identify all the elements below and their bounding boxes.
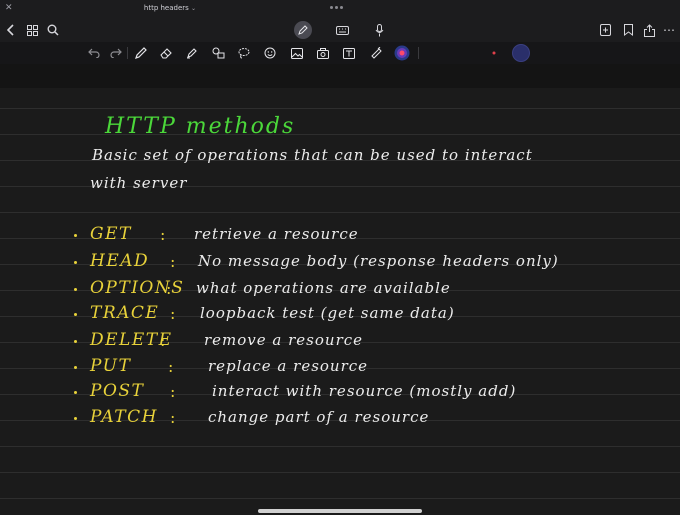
home-indicator[interactable] [258,509,422,513]
text-icon[interactable] [341,45,357,61]
method-colon: : [170,408,176,427]
element-icon[interactable] [368,45,384,61]
intro-line-1: Basic set of operations that can be used… [92,146,533,164]
drawing-toolbar [0,42,680,64]
camera-icon[interactable] [315,45,331,61]
method-row: DELETE: remove a resource [0,328,680,354]
method-row: TRACE: loopback test (get same data) [0,301,680,327]
bullet-dot [74,313,77,316]
method-colon: : [160,225,166,244]
redo-icon[interactable] [108,45,124,61]
color-swatch-icon[interactable] [512,44,530,62]
method-name: HEAD [90,251,150,271]
method-row: OPTIONS: what operations are available [0,276,680,302]
share-icon[interactable] [642,22,656,38]
method-row: HEAD: No message body (response headers o… [0,249,680,275]
method-row: PATCH: change part of a resource [0,405,680,431]
undo-icon[interactable] [86,45,102,61]
method-colon: : [170,382,176,401]
method-description: replace a resource [208,357,369,375]
method-name: POST [90,381,145,401]
add-page-icon[interactable] [598,23,612,37]
pen-mode-icon[interactable] [294,21,312,39]
method-row: POST: interact with resource (mostly add) [0,379,680,405]
method-colon: : [166,279,172,298]
shapes-icon[interactable] [210,45,226,61]
method-row: GET: retrieve a resource [0,222,680,248]
method-description: remove a resource [204,331,364,349]
eraser-icon[interactable] [158,45,174,61]
pen-icon[interactable] [133,45,149,61]
method-description: retrieve a resource [194,225,359,243]
document-title[interactable]: http headers ⌄ [0,4,340,12]
method-row: PUT: replace a resource [0,354,680,380]
method-colon: : [168,357,174,376]
multitask-dots-icon[interactable] [330,3,346,11]
method-name: TRACE [90,303,160,323]
method-description: what operations are available [196,279,451,297]
method-colon: : [160,331,166,350]
intro-line-2: with server [90,174,188,192]
method-colon: : [170,252,176,271]
keyboard-icon[interactable] [334,23,350,37]
bullet-dot [74,261,77,264]
highlighter-icon[interactable] [184,45,200,61]
microphone-icon[interactable] [372,22,386,38]
navigation-bar: ⋯ [0,18,680,42]
chevron-down-icon: ⌄ [191,5,197,12]
canvas-top-margin [0,64,680,88]
chevron-left-icon[interactable] [4,23,18,37]
method-name: PATCH [90,407,158,427]
note-title: HTTP methods [105,114,296,139]
bullet-dot [74,366,77,369]
image-icon[interactable] [289,45,305,61]
bullet-dot [74,391,77,394]
bullet-dot [74,288,77,291]
method-name: GET [90,224,132,244]
bullet-dot [74,234,77,237]
sticker-icon[interactable] [262,45,278,61]
method-description: No message body (response headers only) [198,252,559,270]
bookmark-icon[interactable] [621,23,635,37]
method-description: loopback test (get same data) [200,304,455,322]
bullet-dot [74,417,77,420]
method-description: interact with resource (mostly add) [212,382,517,400]
status-bar: ✕ http headers ⌄ [0,0,680,18]
method-colon: : [170,304,176,323]
red-dot-icon[interactable] [490,49,498,57]
method-description: change part of a resource [208,408,430,426]
lasso-icon[interactable] [236,45,252,61]
document-title-label: http headers [143,4,189,12]
laser-pointer-icon[interactable] [393,44,411,62]
bullet-dot [74,340,77,343]
search-icon[interactable] [46,23,60,37]
more-icon[interactable]: ⋯ [662,23,676,37]
method-name: PUT [90,356,132,376]
grid-icon[interactable] [25,23,39,37]
